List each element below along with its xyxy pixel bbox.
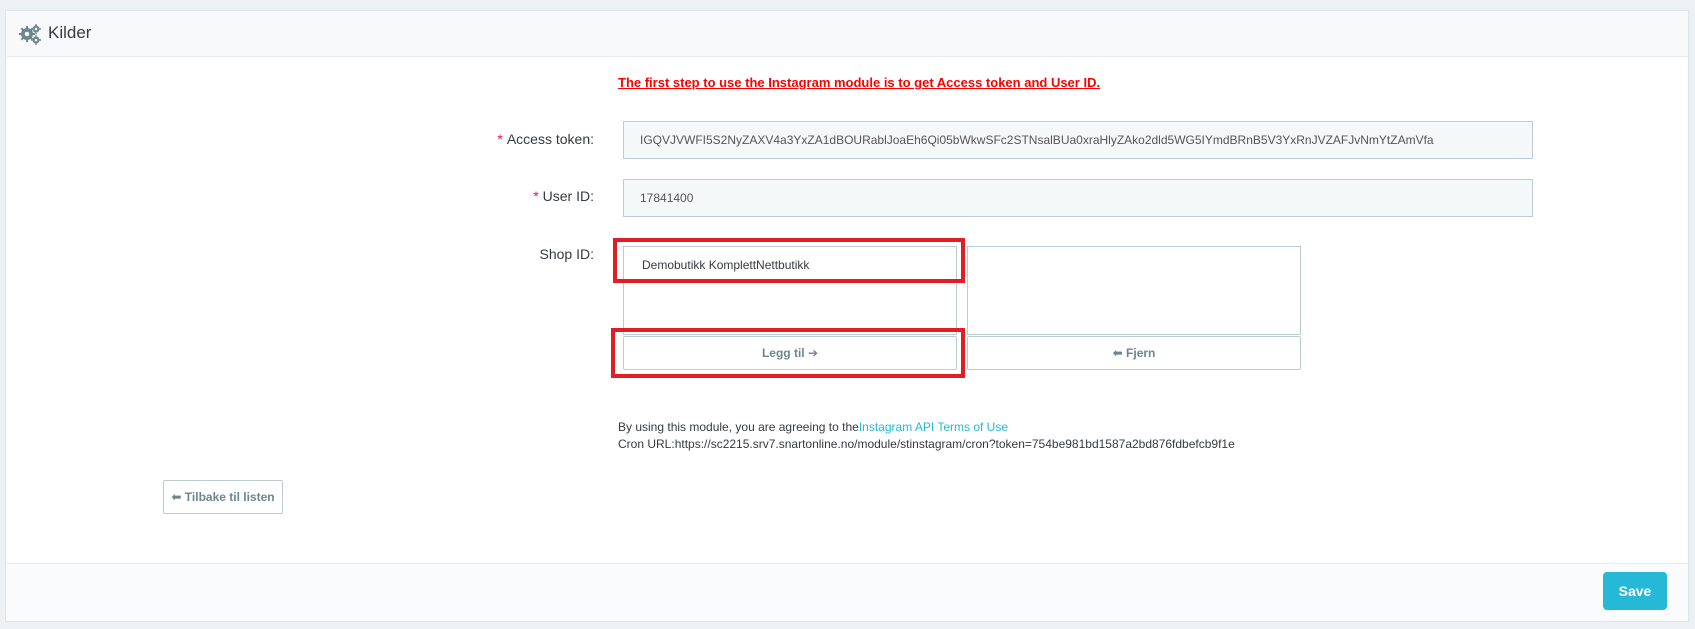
required-marker: * [533, 188, 539, 204]
back-to-list-button[interactable]: ⬅ Tilbake til listen [163, 480, 283, 514]
gears-icon [19, 24, 41, 45]
panel-footer [6, 563, 1688, 621]
arrow-left-icon: ⬅ [1112, 346, 1123, 360]
access-token-label: * Access token: [497, 131, 594, 147]
terms-note: By using this module, you are agreeing t… [618, 420, 1008, 434]
shop-id-label: Shop ID: [539, 246, 594, 262]
instagram-warning-link[interactable]: The first step to use the Instagram modu… [618, 75, 1100, 91]
selected-shops-list[interactable] [967, 246, 1301, 335]
available-shops-list[interactable]: Demobutikk KomplettNettbutikk [623, 246, 957, 335]
cron-url-note: Cron URL:https://sc2215.srv7.snartonline… [618, 437, 1235, 451]
add-shop-button[interactable]: Legg til ➔ [623, 336, 957, 370]
user-id-input[interactable]: 17841400 [623, 179, 1533, 217]
instagram-terms-link[interactable]: Instagram API Terms of Use [859, 420, 1008, 434]
arrow-right-icon: ➔ [807, 346, 819, 360]
arrow-left-icon: ⬅ [171, 490, 182, 504]
panel-title: Kilder [48, 23, 92, 42]
required-marker: * [497, 131, 503, 147]
user-id-label: * User ID: [533, 188, 594, 204]
save-button[interactable]: Save [1603, 572, 1667, 610]
cron-url: https://sc2215.srv7.snartonline.no/modul… [674, 437, 1235, 451]
panel-heading: Kilder [6, 11, 1688, 57]
access-token-input[interactable]: IGQVJVWFI5S2NyZAXV4a3YxZA1dBOURablJoaEh6… [623, 121, 1533, 159]
remove-shop-button[interactable]: ⬅ Fjern [967, 336, 1301, 370]
shop-option[interactable]: Demobutikk KomplettNettbutikk [642, 257, 809, 273]
